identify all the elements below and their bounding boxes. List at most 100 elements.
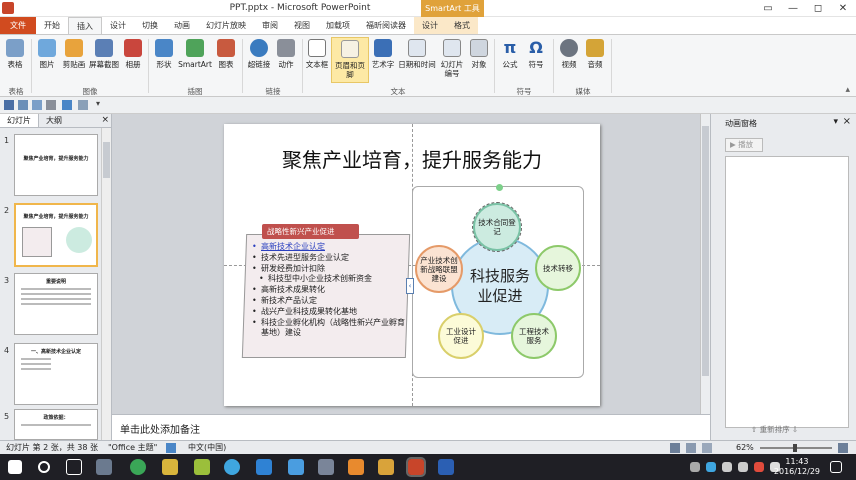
tab-review[interactable]: 审阅 [254, 17, 286, 34]
word-icon[interactable] [438, 459, 454, 475]
equation-button[interactable]: π 公式 [497, 37, 523, 83]
reading-view-icon[interactable] [702, 443, 712, 453]
ribbon-display-button[interactable]: ▭ [756, 1, 780, 16]
slide-canvas[interactable]: 聚焦产业培育，提升服务能力 战略性新兴产业促进 高新技术企业认定 技术先进型服务… [224, 124, 600, 406]
play-button[interactable]: ▶ 播放 [725, 138, 763, 152]
tab-outline[interactable]: 大纲 [39, 114, 69, 127]
datetime-button[interactable]: 日期和时间 [397, 37, 437, 83]
slide-thumbnail[interactable]: 重要说明 [14, 273, 98, 335]
powerpoint-taskbar-icon[interactable] [406, 457, 426, 477]
tab-smartart-design[interactable]: 设计 [414, 17, 446, 34]
tab-home[interactable]: 开始 [36, 17, 68, 34]
slide-thumbnail[interactable]: 一、高新技术企业认定 [14, 343, 98, 405]
tab-smartart-format[interactable]: 格式 [446, 17, 478, 34]
reorder-control[interactable]: ⇧ 重新排序 ⇩ [751, 424, 798, 435]
smartart-node-selected[interactable]: 技术合同登记 [472, 202, 522, 252]
minimize-button[interactable]: — [781, 1, 805, 16]
scroll-thumb[interactable] [702, 126, 709, 376]
tab-view[interactable]: 视图 [286, 17, 318, 34]
shapes-quick-icon[interactable] [46, 100, 56, 110]
browser-icon[interactable] [130, 459, 146, 475]
notes-pane[interactable]: 单击此处添加备注 [112, 414, 710, 440]
normal-view-icon[interactable] [670, 443, 680, 453]
undo-icon[interactable] [62, 100, 72, 110]
collapse-ribbon-icon[interactable]: ▴ [845, 85, 850, 95]
action-button[interactable]: 动作 [273, 37, 299, 83]
tray-icon[interactable] [706, 462, 716, 472]
language[interactable]: 中文(中国) [188, 441, 226, 455]
notification-icon[interactable] [830, 461, 842, 473]
smartart-button[interactable]: SmartArt [177, 37, 213, 83]
shapes-button[interactable]: 形状 [151, 37, 177, 83]
close-icon[interactable]: × [843, 116, 851, 127]
app-icon[interactable] [348, 459, 364, 475]
tab-design[interactable]: 设计 [102, 17, 134, 34]
slide-thumbnail-selected[interactable]: 聚焦产业培育，提升服务能力 [14, 203, 98, 267]
app-icon[interactable] [288, 459, 304, 475]
panel-scrollbar[interactable] [101, 128, 111, 440]
rotate-handle[interactable] [496, 184, 503, 191]
tab-foxit[interactable]: 福昕阅读器 [358, 17, 414, 34]
app-icon[interactable] [162, 459, 178, 475]
task-view-icon[interactable] [66, 459, 82, 475]
close-icon[interactable]: × [101, 115, 109, 125]
picture-button[interactable]: 图片 [34, 37, 60, 83]
scroll-thumb[interactable] [103, 142, 110, 178]
app-icon[interactable] [318, 459, 334, 475]
clipart-button[interactable]: 剪贴画 [60, 37, 88, 83]
slide-number-button[interactable]: 幻灯片编号 [438, 37, 466, 83]
smartart-node[interactable]: 工程技术服务 [511, 313, 557, 359]
bullet-item-link[interactable]: 高新技术企业认定 [252, 242, 408, 253]
object-button[interactable]: 对象 [467, 37, 491, 83]
app-icon[interactable] [96, 459, 112, 475]
table-button[interactable]: 表格 [2, 37, 28, 83]
fit-to-window-icon[interactable] [838, 443, 848, 453]
smartart-node[interactable]: 产业技术创新战略联盟建设 [415, 245, 463, 293]
folder-icon[interactable] [378, 459, 394, 475]
editor-scrollbar[interactable] [700, 114, 710, 414]
network-icon[interactable] [722, 462, 732, 472]
maximize-button[interactable]: ◻ [806, 1, 830, 16]
slide-thumbnail[interactable]: 政策依据： [14, 409, 98, 440]
tab-slideshow[interactable]: 幻灯片放映 [198, 17, 254, 34]
album-button[interactable]: 相册 [120, 37, 146, 83]
slide-thumbnail[interactable]: 聚焦产业培育，提升服务能力 [14, 134, 98, 196]
app-icon[interactable] [194, 459, 210, 475]
volume-icon[interactable] [738, 462, 748, 472]
tab-insert[interactable]: 插入 [68, 17, 102, 34]
audio-button[interactable]: 音频 [582, 37, 608, 83]
notes-placeholder[interactable]: 单击此处添加备注 [120, 425, 200, 436]
tab-transitions[interactable]: 切换 [134, 17, 166, 34]
tab-slides[interactable]: 幻灯片 [0, 114, 39, 127]
close-button[interactable]: ✕ [831, 1, 855, 16]
bullet-list[interactable]: 高新技术企业认定 技术先进型服务企业认定 研发经费加计扣除 科技型中小企业技术创… [252, 242, 408, 339]
smartart-node[interactable]: 技术转移 [535, 245, 581, 291]
screenshot-button[interactable]: 屏幕截图 [88, 37, 120, 83]
customize-qat-icon[interactable]: ▾ [96, 99, 100, 108]
app-icon[interactable] [256, 459, 272, 475]
zoom-slider-thumb[interactable] [793, 444, 797, 452]
hyperlink-button[interactable]: 超链接 [245, 37, 273, 83]
smartart-frame[interactable]: 科技服务业促进 技术合同登记 技术转移 工程技术服务 工业设计促进 产业技术创新… [412, 184, 584, 378]
pane-options-icon[interactable]: ▾ [833, 117, 838, 127]
smartart-text-pane-toggle[interactable]: ‹ [406, 278, 414, 294]
tab-addins[interactable]: 加载项 [318, 17, 358, 34]
symbol-button[interactable]: Ω 符号 [523, 37, 549, 83]
textbox-button[interactable]: 文本框 [304, 37, 330, 83]
wordart-button[interactable]: 艺术字 [370, 37, 396, 83]
redo-icon[interactable] [78, 100, 88, 110]
tab-file[interactable]: 文件 [0, 17, 36, 34]
header-footer-button[interactable]: 页眉和页脚 [331, 37, 369, 83]
tray-icon[interactable] [690, 462, 700, 472]
animation-list[interactable] [725, 156, 849, 428]
smartart-node[interactable]: 工业设计促进 [438, 313, 484, 359]
spellcheck-icon[interactable] [166, 443, 176, 453]
browser-icon[interactable] [224, 459, 240, 475]
save-icon[interactable] [4, 100, 14, 110]
video-button[interactable]: 视频 [556, 37, 582, 83]
picture-insert-icon[interactable] [32, 100, 42, 110]
zoom-level[interactable]: 62% [736, 441, 754, 455]
search-icon[interactable] [38, 461, 50, 473]
box-header[interactable]: 战略性新兴产业促进 [262, 224, 359, 239]
new-slide-icon[interactable] [18, 100, 28, 110]
